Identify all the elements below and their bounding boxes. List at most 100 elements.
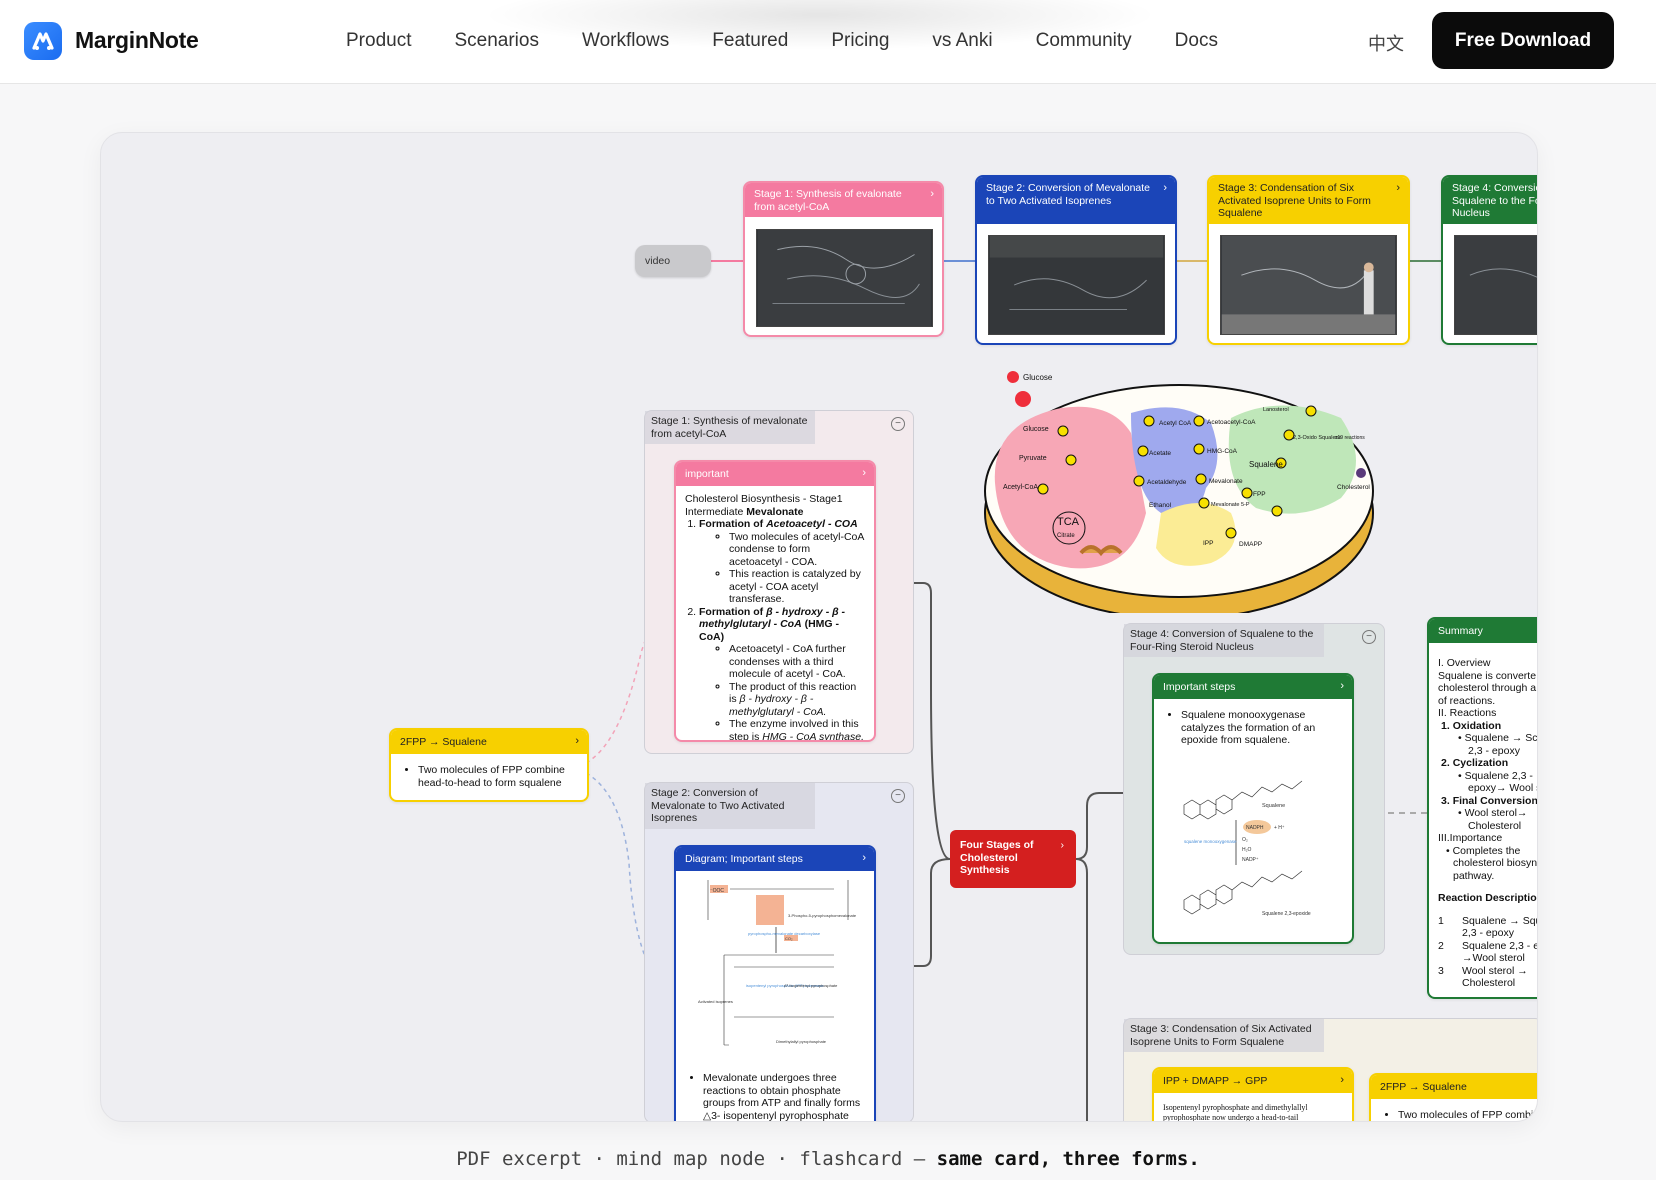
- nav-link-featured[interactable]: Featured: [712, 30, 788, 52]
- card-content: Cholesterol Biosynthesis - Stage1 Interm…: [676, 486, 874, 740]
- chevron-right-icon[interactable]: ›: [1163, 182, 1167, 195]
- diagram-label: Squalene 2,3-epoxide: [1262, 911, 1311, 917]
- diagram-label: FPP: [1253, 491, 1266, 498]
- top-nav: MarginNote Product Scenarios Workflows F…: [0, 0, 1656, 84]
- card-content: Squalene monooxygenase catalyzes the for…: [1154, 699, 1352, 754]
- card-title: 2FPP → Squalene ›: [391, 730, 587, 754]
- ipp-dmapp-gpp-card[interactable]: IPP + DMAPP → GPP › Isopentenyl pyrophosp…: [1152, 1067, 1354, 1122]
- diagram-label: NADPH: [1246, 825, 1264, 831]
- diagram-label: squalene monooxygenase: [1184, 839, 1237, 844]
- chevron-right-icon[interactable]: ›: [1340, 680, 1344, 693]
- diagram-label: Dimethylallyl pyrophosphate: [776, 1039, 827, 1044]
- collapse-icon[interactable]: −: [891, 789, 905, 803]
- hero-caption: PDF excerpt · mind map node · flashcard …: [456, 1148, 1200, 1170]
- diagram-label: Δ³-Isopentenyl pyrophosphate: [784, 983, 838, 988]
- chevron-right-icon[interactable]: ›: [1396, 182, 1400, 195]
- diagram-important-steps-card[interactable]: Diagram; Important steps › ⁻OOC 3-Phospho…: [674, 845, 876, 1121]
- mindmap-canvas[interactable]: video Stage 1: Synthesis of evalonate fr…: [100, 132, 1538, 1122]
- diagram-label: Cholesterol: [1337, 484, 1370, 491]
- diagram-label: NADP⁺: [1242, 857, 1259, 863]
- central-topic-node[interactable]: Four Stages of Cholesterol Synthesis ›: [950, 830, 1076, 888]
- chevron-right-icon[interactable]: ›: [1340, 1074, 1344, 1087]
- diagram-label: Squalene: [1262, 803, 1285, 809]
- lecture-video-thumbnail[interactable]: [756, 229, 933, 327]
- diagram-label: HMG-CoA: [1207, 448, 1238, 455]
- fpp-squalene-card-2[interactable]: 2FPP → Squalene Two molecules of FPP com…: [1369, 1073, 1537, 1121]
- chevron-right-icon[interactable]: ›: [862, 852, 866, 865]
- card-content: Two molecules of FPP combi: [1371, 1099, 1537, 1121]
- diagram-label: O₂: [1242, 837, 1248, 843]
- diagram-label: x19 reactions: [1335, 435, 1365, 441]
- diagram-label: IPP: [1203, 540, 1213, 547]
- chevron-right-icon[interactable]: ›: [575, 735, 579, 748]
- video-card-title: Stage 1: Synthesis of evalonate from ace…: [745, 183, 942, 217]
- diagram-label: Acetoacetyl-CoA: [1207, 419, 1256, 426]
- diagram-label: Acetyl-CoA: [1003, 484, 1038, 491]
- card-title: important ›: [676, 462, 874, 486]
- diagram-label: Glucose: [1023, 426, 1049, 433]
- summary-card[interactable]: Summary I. Overview Squalene is converte…: [1427, 617, 1538, 999]
- card-content: Two molecules of FPP combine head-to-hea…: [391, 754, 587, 796]
- nav-link-community[interactable]: Community: [1036, 30, 1132, 52]
- group-title: Stage 4: Conversion of Squalene to the F…: [1124, 624, 1324, 657]
- diagram-label: TCA: [1057, 516, 1080, 528]
- card-title: 2FPP → Squalene: [1371, 1075, 1537, 1099]
- important-card[interactable]: important › Cholesterol Biosynthesis - St…: [674, 460, 876, 742]
- diagram-label: Lanosterol: [1263, 407, 1289, 413]
- group-title: Stage 2: Conversion of Mevalonate to Two…: [645, 783, 815, 829]
- lecture-video-thumbnail[interactable]: [988, 235, 1165, 335]
- card-content: Mevalonate undergoes three reactions to …: [676, 1065, 874, 1121]
- diagram-label: Pyruvate: [1019, 455, 1047, 462]
- diagram-label: + H⁺: [1274, 825, 1285, 831]
- diagram-label: DMAPP: [1239, 541, 1262, 548]
- free-download-button[interactable]: Free Download: [1432, 12, 1614, 69]
- nav-link-pricing[interactable]: Pricing: [831, 30, 889, 52]
- collapse-icon[interactable]: −: [1362, 630, 1376, 644]
- card-title: Diagram; Important steps ›: [676, 847, 874, 871]
- diagram-label: 3-Phospho-5-pyrophosphomevalonate: [788, 913, 857, 918]
- card-title: IPP + DMAPP → GPP ›: [1154, 1069, 1352, 1093]
- lecture-video-thumbnail[interactable]: [1454, 235, 1537, 335]
- mevalonate-reaction-diagram[interactable]: ⁻OOC 3-Phospho-5-pyrophosphomevalonate p…: [684, 875, 868, 1065]
- diagram-label: ⁻OOC: [710, 888, 724, 894]
- brand-name[interactable]: MarginNote: [75, 27, 199, 54]
- nav-link-product[interactable]: Product: [346, 30, 411, 52]
- cell-pathway-diagram[interactable]: Glucose Glucose Pyruvate Acetyl-CoA TCA …: [981, 363, 1381, 620]
- chevron-right-icon[interactable]: ›: [1061, 839, 1065, 852]
- nav-link-workflows[interactable]: Workflows: [582, 30, 669, 52]
- diagram-label: Glucose: [1023, 373, 1053, 382]
- diagram-label: Activated isoprenes: [698, 999, 733, 1004]
- diagram-label: Mevalonate 5-P: [1211, 502, 1250, 508]
- chevron-right-icon[interactable]: ›: [930, 188, 934, 201]
- fpp-squalene-card[interactable]: 2FPP → Squalene› Two molecules of FPP co…: [389, 728, 589, 802]
- diagram-label: Ethanol: [1149, 502, 1172, 509]
- nav-link-scenarios[interactable]: Scenarios: [454, 30, 539, 52]
- group-title: Stage 3: Condensation of Six Activated I…: [1124, 1019, 1324, 1052]
- diagram-label: CO₂: [785, 936, 793, 941]
- nav-link-docs[interactable]: Docs: [1175, 30, 1218, 52]
- card-title: Summary: [1429, 619, 1537, 643]
- language-switch[interactable]: 中文: [1368, 30, 1404, 56]
- diagram-label: Acetate: [1149, 450, 1171, 457]
- video-card-stage-3[interactable]: Stage 3: Condensation of Six Activated I…: [1207, 175, 1410, 345]
- nav-link-vs-anki[interactable]: vs Anki: [932, 30, 992, 52]
- diagram-label: Squalene: [1249, 460, 1283, 469]
- nav-links: Product Scenarios Workflows Featured Pri…: [346, 30, 1261, 52]
- marginnote-logo-icon[interactable]: [24, 22, 62, 60]
- video-card-title: Stage 2: Conversion of Mevalonate to Two…: [977, 177, 1175, 224]
- diagram-label: Acetaldehyde: [1147, 479, 1187, 486]
- lecture-video-thumbnail[interactable]: [1220, 235, 1397, 335]
- video-node[interactable]: video: [635, 245, 711, 277]
- video-card-title: Stage 4: Conversio Squalene to the Fo St…: [1443, 177, 1537, 224]
- important-steps-card[interactable]: Important steps› Squalene monooxygenase …: [1152, 673, 1354, 944]
- card-content: I. Overview Squalene is converte cholest…: [1438, 657, 1538, 989]
- collapse-icon[interactable]: −: [891, 417, 905, 431]
- video-card-stage-4[interactable]: Stage 4: Conversio Squalene to the Fo St…: [1441, 175, 1537, 345]
- chevron-right-icon[interactable]: ›: [862, 467, 866, 480]
- video-card-title: Stage 3: Condensation of Six Activated I…: [1209, 177, 1408, 224]
- squalene-epoxide-diagram[interactable]: Squalene NADPH + H⁺ squalene monooxygena…: [1174, 765, 1344, 935]
- video-card-stage-1[interactable]: Stage 1: Synthesis of evalonate from ace…: [743, 181, 944, 337]
- card-content: Isopentenyl pyrophosphate and dimethylal…: [1163, 1103, 1308, 1122]
- group-title: Stage 1: Synthesis of mevalonate from ac…: [645, 411, 815, 444]
- video-card-stage-2[interactable]: Stage 2: Conversion of Mevalonate to Two…: [975, 175, 1177, 345]
